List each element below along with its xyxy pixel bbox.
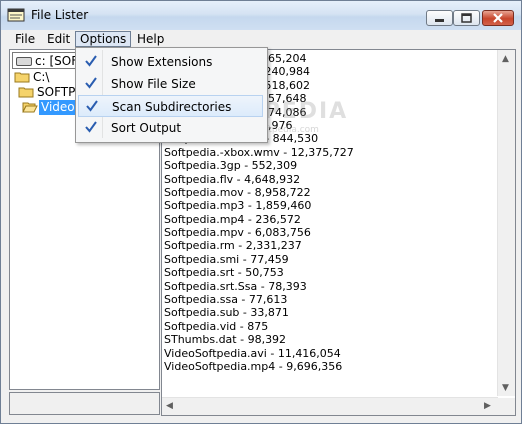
list-item: Softpedia.3gp - 552,309 (164, 159, 298, 173)
checkmark-icon (85, 55, 97, 67)
open-folder-icon (22, 102, 38, 113)
checkmark-icon (85, 121, 97, 133)
menu-edit[interactable]: Edit (43, 31, 74, 47)
menu-item-label: Sort Output (111, 121, 182, 135)
vertical-scrollbar[interactable]: ▲ ▼ (497, 50, 515, 396)
close-icon (493, 13, 503, 23)
menu-item-show-extensions[interactable]: Show Extensions (78, 51, 263, 73)
menu-item-scan-subdirectories[interactable]: Scan Subdirectories (78, 95, 263, 117)
dir-label: Video (39, 100, 77, 115)
minimize-icon (435, 19, 444, 22)
list-item: Softpedia.mov - 8,958,722 (164, 185, 311, 199)
scroll-corner (498, 398, 515, 415)
menu-options[interactable]: Options (75, 31, 132, 47)
scroll-left-arrow-icon[interactable]: ◀ (166, 401, 173, 411)
menu-item-sort-output[interactable]: Sort Output (78, 117, 263, 139)
list-item: VideoSoftpedia.avi - 11,416,054 (164, 346, 341, 360)
list-item: Softpedia.srt.Ssa - 78,393 (164, 279, 307, 293)
list-item: Softpedia.vid - 875 (164, 319, 269, 333)
minimize-button[interactable] (426, 10, 453, 26)
status-bar (9, 392, 160, 415)
menu-file[interactable]: File (11, 31, 39, 47)
list-item: Softpedia.ssa - 77,613 (164, 293, 288, 307)
list-item: Softpedia.mpv - 6,083,756 (164, 226, 311, 240)
dir-label: C:\ (33, 70, 50, 84)
checkmark-icon (86, 100, 98, 112)
scroll-up-arrow-icon[interactable]: ▲ (502, 54, 509, 64)
list-item: Softpedia.sub - 33,871 (164, 306, 289, 320)
maximize-button[interactable] (453, 10, 480, 26)
close-button[interactable] (482, 10, 514, 26)
maximize-icon (461, 13, 472, 23)
list-item: Softpedia.mp4 - 236,572 (164, 212, 301, 226)
list-item: SThumbs.dat - 98,392 (164, 333, 287, 347)
list-item: Softpedia.smi - 77,459 (164, 252, 289, 266)
menu-item-label: Scan Subdirectories (112, 100, 232, 114)
list-item: Softpedia.srt - 50,753 (164, 266, 284, 280)
menu-item-label: Show File Size (111, 77, 196, 91)
notepad-icon (7, 8, 25, 22)
list-item: Softpedia.flv - 4,648,932 (164, 172, 301, 186)
window-title: File Lister (31, 8, 89, 22)
checkmark-icon (85, 77, 97, 89)
title-bar[interactable]: File Lister (1, 1, 521, 30)
menu-help[interactable]: Help (133, 31, 168, 47)
list-item: VideoSoftpedia.mp4 - 9,696,356 (164, 359, 343, 373)
options-menu-dropdown: Show Extensions Show File Size Scan Subd… (75, 47, 268, 143)
app-window: File Lister File Edit Options Help c: [S… (0, 0, 522, 424)
folder-icon (14, 72, 30, 83)
scroll-down-arrow-icon[interactable]: ▼ (502, 383, 509, 393)
list-item: Softpedia.-xbox.wmv - 12,375,727 (164, 145, 354, 159)
menu-item-show-file-size[interactable]: Show File Size (78, 73, 263, 95)
list-item: Softpedia.rm - 2,331,237 (164, 239, 302, 253)
menu-item-label: Show Extensions (111, 55, 213, 69)
scroll-right-arrow-icon[interactable]: ▶ (484, 401, 491, 411)
horizontal-scrollbar[interactable]: ◀ ▶ (162, 397, 498, 415)
hard-drive-icon (16, 57, 32, 66)
list-item: Softpedia.mp3 - 1,859,460 (164, 199, 312, 213)
folder-icon (18, 87, 34, 98)
